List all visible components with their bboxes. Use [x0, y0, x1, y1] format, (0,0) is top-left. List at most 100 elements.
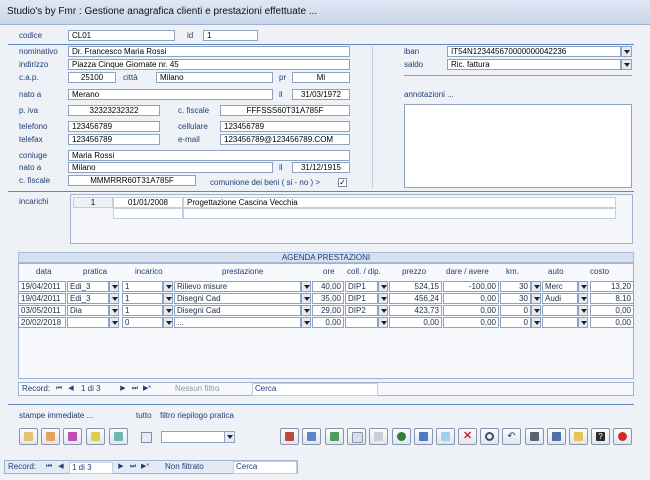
form-search-input[interactable]: Cerca: [233, 461, 297, 474]
agenda-cell-incarico[interactable]: 1: [122, 305, 163, 316]
prestazione-dropdown-icon[interactable]: [301, 281, 311, 292]
agenda-cell-coll[interactable]: DIP1: [345, 293, 378, 304]
il-field[interactable]: 31/03/1972: [292, 89, 350, 100]
agenda-cell-costo[interactable]: 0,00: [590, 305, 634, 316]
agenda-cell-prestazione[interactable]: Rilievo misure: [174, 281, 301, 292]
agenda-cell-pratica[interactable]: Edi_3: [67, 281, 109, 292]
agenda-cell-incarico[interactable]: 1: [122, 281, 163, 292]
auto-dropdown-icon[interactable]: [578, 293, 588, 304]
piva-field[interactable]: 32323232322: [68, 105, 160, 116]
indirizzo-field[interactable]: Piazza Cinque Giornate nr. 45: [68, 59, 350, 70]
agenda-cell-auto[interactable]: [542, 305, 578, 316]
agenda-cell-auto[interactable]: Audi: [542, 293, 578, 304]
email-button[interactable]: [414, 428, 433, 445]
incarico-description[interactable]: Progettazione Cascina Vecchia: [183, 197, 616, 208]
report-excel-button[interactable]: [325, 428, 344, 445]
coll-dropdown-icon[interactable]: [378, 293, 388, 304]
form-last-record-icon[interactable]: ⏭: [129, 463, 137, 471]
agenda-cell-dare[interactable]: -100,00: [443, 281, 499, 292]
agenda-cell-coll[interactable]: [345, 317, 378, 328]
delete-record-button[interactable]: ✕: [458, 428, 477, 445]
telefax-field[interactable]: 123456789: [68, 134, 160, 145]
agenda-cell-coll[interactable]: DIP2: [345, 305, 378, 316]
form-new-record-icon[interactable]: ▶*: [141, 463, 149, 471]
comunione-checkbox[interactable]: ✓: [338, 178, 347, 187]
coniuge-field[interactable]: Maria Rossi: [68, 150, 350, 161]
list-button[interactable]: [369, 428, 388, 445]
pratica-dropdown-icon[interactable]: [109, 293, 119, 304]
auto-dropdown-icon[interactable]: [578, 281, 588, 292]
agenda-cell-prezzo[interactable]: 423,73: [389, 305, 442, 316]
prestazione-dropdown-icon[interactable]: [301, 317, 311, 328]
undo-button[interactable]: ↶: [502, 428, 521, 445]
prestazione-dropdown-icon[interactable]: [301, 305, 311, 316]
auto-dropdown-icon[interactable]: [578, 305, 588, 316]
cf-field[interactable]: FFFSSS60T31A785F: [220, 105, 350, 116]
agenda-cell-auto[interactable]: Merc: [542, 281, 578, 292]
agenda-cell-km[interactable]: 30: [500, 293, 531, 304]
agenda-cell-prezzo[interactable]: 0,00: [389, 317, 442, 328]
incarico-number[interactable]: 1: [73, 197, 113, 208]
open-folder-button[interactable]: [569, 428, 588, 445]
form-filter-status[interactable]: Non filtrato: [165, 461, 204, 473]
saldo-dropdown-icon[interactable]: [621, 59, 632, 70]
km-dropdown-icon[interactable]: [531, 293, 541, 304]
agenda-filter-status[interactable]: Nessun filtro: [175, 383, 219, 395]
agenda-search-input[interactable]: Cerca: [252, 383, 378, 396]
auto-dropdown-icon[interactable]: [578, 317, 588, 328]
cap-field[interactable]: 25100: [68, 72, 116, 83]
report-clienti-button[interactable]: [302, 428, 321, 445]
agenda-cell-costo[interactable]: 0,00: [590, 317, 634, 328]
incarico-dropdown-icon[interactable]: [163, 281, 173, 292]
form-prev-record-icon[interactable]: ◀: [57, 463, 65, 471]
agenda-cell-ore[interactable]: 29,00: [312, 305, 344, 316]
coll-dropdown-icon[interactable]: [378, 281, 388, 292]
print-report-4-button[interactable]: [86, 428, 105, 445]
help-button[interactable]: ?: [591, 428, 610, 445]
print-report-5-button[interactable]: [109, 428, 128, 445]
km-dropdown-icon[interactable]: [531, 281, 541, 292]
agenda-cell-km[interactable]: 0: [500, 317, 531, 328]
agenda-cell-dare[interactable]: 0,00: [443, 305, 499, 316]
agenda-cell-ore[interactable]: 40,00: [312, 281, 344, 292]
km-dropdown-icon[interactable]: [531, 317, 541, 328]
coniuge-cf-field[interactable]: MMMRRR60T31A785F: [68, 175, 196, 186]
agenda-cell-dare[interactable]: 0,00: [443, 317, 499, 328]
document-button[interactable]: [347, 428, 366, 445]
agenda-cell-km[interactable]: 30: [500, 281, 531, 292]
incarico-new-date[interactable]: [113, 208, 183, 219]
agenda-cell-costo[interactable]: 13,20: [590, 281, 634, 292]
map-button[interactable]: [392, 428, 411, 445]
search-button[interactable]: [480, 428, 499, 445]
agenda-cell-prestazione[interactable]: ...: [174, 317, 301, 328]
pratica-dropdown-icon[interactable]: [109, 305, 119, 316]
first-record-icon[interactable]: ⏮: [55, 385, 63, 393]
agenda-cell-pratica[interactable]: [67, 317, 109, 328]
incarico-date[interactable]: 01/01/2008: [113, 197, 183, 208]
form-first-record-icon[interactable]: ⏮: [45, 463, 53, 471]
agenda-cell-dare[interactable]: 0,00: [443, 293, 499, 304]
agenda-cell-data[interactable]: 19/04/2011: [18, 293, 66, 304]
last-record-icon[interactable]: ⏭: [131, 385, 139, 393]
agenda-cell-data[interactable]: 19/04/2011: [18, 281, 66, 292]
citta-field[interactable]: Milano: [156, 72, 273, 83]
coll-dropdown-icon[interactable]: [378, 305, 388, 316]
new-record-button[interactable]: [436, 428, 455, 445]
agenda-cell-pratica[interactable]: Dia: [67, 305, 109, 316]
pratica-dropdown-icon[interactable]: [109, 281, 119, 292]
annotazioni-textarea[interactable]: [404, 104, 632, 188]
agenda-cell-prestazione[interactable]: Disegni Cad: [174, 305, 301, 316]
agenda-cell-km[interactable]: 0: [500, 305, 531, 316]
save-button[interactable]: [547, 428, 566, 445]
coniuge-nato-field[interactable]: Milano: [68, 162, 273, 173]
cellulare-field[interactable]: 123456789: [220, 121, 350, 132]
pr-field[interactable]: Mi: [292, 72, 350, 83]
incarico-dropdown-icon[interactable]: [163, 305, 173, 316]
agenda-cell-incarico[interactable]: 0: [122, 317, 163, 328]
agenda-cell-ore[interactable]: 0,00: [312, 317, 344, 328]
new-record-icon[interactable]: ▶*: [143, 385, 151, 393]
report-agenda-button[interactable]: [280, 428, 299, 445]
print-button[interactable]: [525, 428, 544, 445]
print-report-1-button[interactable]: [19, 428, 38, 445]
filtro-pratica-dropdown-icon[interactable]: [224, 431, 235, 443]
